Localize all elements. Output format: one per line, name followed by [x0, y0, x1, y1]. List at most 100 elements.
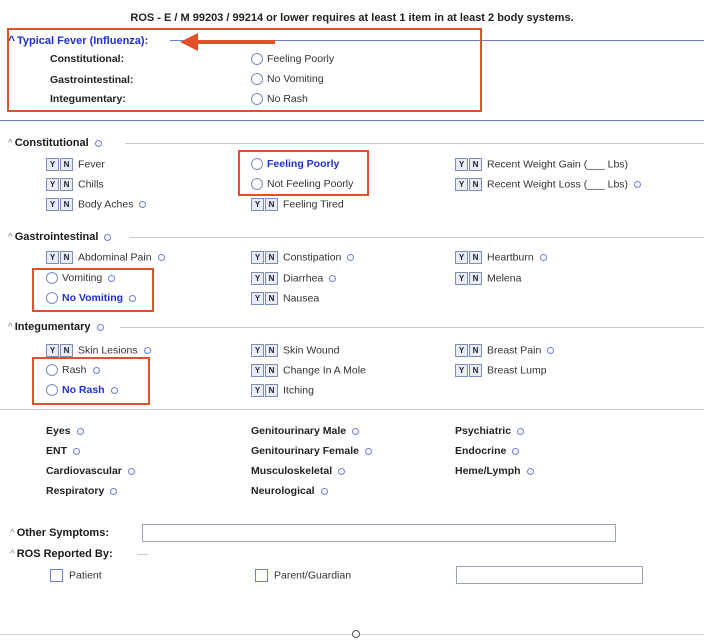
yn-toggle[interactable]: YN [46, 344, 74, 357]
yn-toggle[interactable]: YN [251, 384, 279, 397]
yn-toggle[interactable]: YN [455, 364, 483, 377]
parent-guardian-checkbox[interactable]: Parent/Guardian [255, 569, 351, 582]
annotation-box-no-rash [32, 357, 150, 405]
yn-toggle[interactable]: YN [251, 251, 279, 264]
yn-toggle[interactable]: YN [251, 364, 279, 377]
yn-toggle[interactable]: YN [455, 344, 483, 357]
yn-toggle[interactable]: YN [455, 251, 483, 264]
system-gu-male[interactable]: Genitourinary Male [251, 425, 360, 437]
yn-toggle[interactable]: YN [46, 198, 74, 211]
caret-up-icon[interactable]: ^ [10, 549, 15, 560]
ros-reported-header[interactable]: ^ ROS Reported By: [10, 548, 113, 560]
yn-toggle[interactable]: YN [46, 158, 74, 171]
caret-up-icon[interactable]: ^ [10, 528, 15, 539]
yn-toggle[interactable]: YN [455, 272, 483, 285]
gastro-title: Gastrointestinal [14, 231, 99, 243]
system-heme-lymph[interactable]: Heme/Lymph [455, 465, 534, 477]
system-ent[interactable]: ENT [46, 445, 80, 457]
divider [138, 554, 148, 555]
integ-title: Integumentary [14, 321, 91, 333]
breast-lump-item[interactable]: Y N Breast Lump [455, 364, 547, 377]
info-icon[interactable] [364, 447, 372, 455]
heartburn-item[interactable]: Y N Heartburn [455, 251, 547, 264]
divider [120, 327, 704, 328]
checkbox-icon[interactable] [50, 569, 63, 582]
info-icon[interactable] [76, 427, 84, 435]
info-icon[interactable] [347, 254, 355, 261]
caret-up-icon[interactable]: ^ [8, 232, 13, 243]
system-gu-female[interactable]: Genitourinary Female [251, 445, 372, 457]
skin-wound-item[interactable]: Y N Skin Wound [251, 344, 339, 357]
yn-toggle[interactable]: YN [251, 292, 279, 305]
info-icon[interactable] [329, 275, 337, 282]
info-icon[interactable] [338, 467, 346, 475]
patient-checkbox[interactable]: Patient [50, 569, 102, 582]
system-respiratory[interactable]: Respiratory [46, 485, 118, 497]
info-icon[interactable] [526, 467, 534, 475]
caret-up-icon[interactable]: ^ [8, 138, 13, 149]
yn-toggle[interactable]: YN [46, 178, 74, 191]
info-icon[interactable] [547, 347, 555, 354]
info-icon[interactable] [352, 427, 360, 435]
fever-item[interactable]: Y N Fever [46, 158, 105, 171]
integ-header[interactable]: ^ Integumentary [8, 321, 104, 333]
constitutional-header[interactable]: ^ Constitutional [8, 137, 102, 149]
info-icon[interactable] [143, 347, 151, 354]
yn-toggle[interactable]: YN [455, 178, 483, 191]
melena-item[interactable]: Y N Melena [455, 272, 521, 285]
divider [125, 143, 704, 144]
info-icon[interactable] [634, 181, 642, 188]
system-neurological[interactable]: Neurological [251, 485, 328, 497]
annotation-box-feeling-poorly [238, 150, 369, 196]
other-symptoms-label: Other Symptoms: [16, 527, 109, 539]
yn-toggle[interactable]: YN [251, 272, 279, 285]
other-symptoms-header[interactable]: ^ Other Symptoms: [10, 527, 109, 539]
info-icon[interactable] [157, 254, 165, 261]
annotation-box-typical [7, 28, 482, 112]
yn-toggle[interactable]: YN [251, 198, 279, 211]
feeling-tired-item[interactable]: Y N Feeling Tired [251, 198, 344, 211]
reported-by-other-input[interactable] [456, 566, 643, 584]
weight-gain-item[interactable]: Y N Recent Weight Gain (___ Lbs) [455, 158, 628, 171]
change-in-mole-item[interactable]: Y N Change In A Mole [251, 364, 366, 377]
info-icon[interactable] [110, 487, 118, 495]
info-icon[interactable] [517, 427, 525, 435]
system-endocrine[interactable]: Endocrine [455, 445, 520, 457]
weight-loss-item[interactable]: Y N Recent Weight Loss (___ Lbs) [455, 178, 642, 191]
system-eyes[interactable]: Eyes [46, 425, 84, 437]
diarrhea-item[interactable]: Y N Diarrhea [251, 272, 337, 285]
yn-toggle[interactable]: YN [251, 344, 279, 357]
annotation-box-no-vomiting [32, 268, 154, 312]
info-icon[interactable] [96, 323, 104, 331]
info-icon[interactable] [73, 447, 80, 455]
info-icon[interactable] [127, 467, 135, 475]
abdominal-pain-item[interactable]: Y N Abdominal Pain [46, 251, 165, 264]
system-musculoskeletal[interactable]: Musculoskeletal [251, 465, 346, 477]
system-cardiovascular[interactable]: Cardiovascular [46, 465, 135, 477]
body-aches-item[interactable]: Y N Body Aches [46, 198, 147, 211]
checkbox-icon[interactable] [255, 569, 268, 582]
info-icon[interactable] [539, 254, 547, 261]
info-icon[interactable] [139, 201, 147, 208]
yn-toggle[interactable]: YN [46, 251, 74, 264]
yn-toggle[interactable]: YN [455, 158, 483, 171]
chills-item[interactable]: Y N Chills [46, 178, 104, 191]
caret-up-icon[interactable]: ^ [8, 322, 13, 333]
ros-header: ROS - E / M 99203 / 99214 or lower requi… [130, 12, 574, 24]
constipation-item[interactable]: Y N Constipation [251, 251, 355, 264]
system-psychiatric[interactable]: Psychiatric [455, 425, 525, 437]
itching-item[interactable]: Y N Itching [251, 384, 314, 397]
gastro-header[interactable]: ^ Gastrointestinal [8, 231, 112, 243]
info-icon[interactable] [104, 233, 112, 241]
info-icon[interactable] [320, 487, 328, 495]
resize-handle-icon[interactable] [352, 630, 360, 638]
divider [0, 409, 704, 410]
ros-reported-label: ROS Reported By: [16, 548, 113, 560]
info-icon[interactable] [94, 139, 102, 147]
divider [0, 120, 704, 121]
nausea-item[interactable]: Y N Nausea [251, 292, 319, 305]
info-icon[interactable] [512, 447, 520, 455]
breast-pain-item[interactable]: Y N Breast Pain [455, 344, 555, 357]
skin-lesions-item[interactable]: Y N Skin Lesions [46, 344, 151, 357]
other-symptoms-input[interactable] [142, 524, 616, 542]
